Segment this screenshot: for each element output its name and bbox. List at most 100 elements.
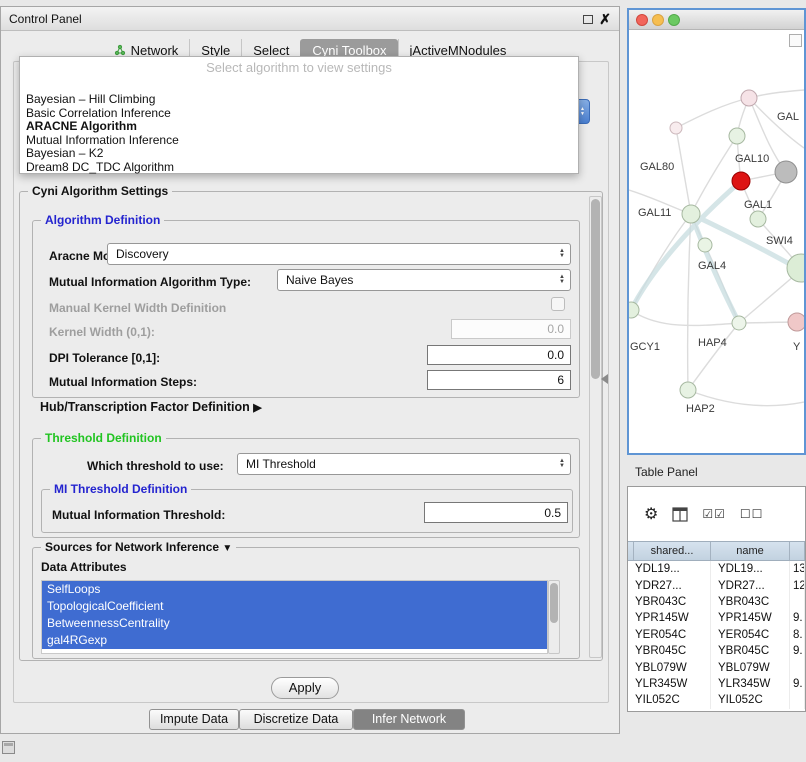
node-label: GAL80 — [640, 161, 674, 173]
attribute-list[interactable]: SelfLoops TopologicalCoefficient Between… — [41, 580, 548, 654]
network-node[interactable] — [775, 161, 797, 183]
settings-scrollbar[interactable] — [589, 196, 602, 658]
algorithm-option-selected[interactable]: ARACNE Algorithm — [24, 120, 574, 134]
spinner-arrows-icon: ▲▼ — [559, 454, 565, 474]
control-panel-titlebar: Control Panel ✗ — [1, 7, 619, 31]
deselect-all-columns-icon[interactable]: ☐☐ — [740, 507, 764, 521]
close-button[interactable] — [636, 14, 648, 26]
algorithm-dropdown-popup: Select algorithm to view settings Bayesi… — [19, 56, 579, 174]
table-panel-window: ⚙ ☑☑ ☐☐ shared... name YDL19... YDL19...… — [627, 486, 806, 712]
network-tab-icon — [114, 44, 126, 56]
window-title: Control Panel — [9, 12, 82, 26]
network-graph[interactable]: GAL80 GAL10 GAL11 GAL1 SWI4 GAL4 GCY1 HA… — [629, 30, 804, 453]
node-label: SWI4 — [766, 235, 793, 247]
table-row[interactable]: YIL052C YIL052C — [628, 692, 805, 708]
table-row[interactable]: YBR045C YBR045C 9. — [628, 643, 805, 659]
network-node-red[interactable] — [732, 172, 750, 190]
table-header-row: shared... name — [628, 541, 805, 561]
table-toolbar: ⚙ ☑☑ ☐☐ — [628, 487, 805, 541]
mi-threshold-field[interactable]: 0.5 — [424, 502, 568, 523]
which-threshold-select[interactable]: MI Threshold ▲▼ — [237, 453, 571, 475]
algorithm-option[interactable]: Bayesian – K2 — [24, 147, 574, 161]
gear-icon[interactable]: ⚙ — [644, 504, 658, 524]
threshold-definition-group: Threshold Definition Which threshold to … — [32, 438, 580, 538]
algorithm-option[interactable]: Dream8 DC_TDC Algorithm — [24, 161, 574, 175]
tab-discretize-data[interactable]: Discretize Data — [239, 709, 353, 730]
network-node[interactable] — [750, 211, 766, 227]
panel-collapse-handle[interactable] — [601, 374, 608, 384]
manual-kernel-checkbox[interactable] — [551, 297, 565, 311]
network-node[interactable] — [732, 316, 746, 330]
close-icon[interactable]: ✗ — [599, 11, 611, 28]
mi-steps-field[interactable]: 6 — [427, 370, 571, 390]
dpi-tolerance-label: DPI Tolerance [0,1]: — [49, 351, 160, 365]
node-label-partial: GAL — [777, 111, 799, 123]
minimize-button[interactable] — [652, 14, 664, 26]
network-node[interactable] — [629, 302, 639, 318]
apply-button[interactable]: Apply — [271, 677, 339, 699]
group-title: Threshold Definition — [41, 431, 166, 445]
network-node[interactable] — [698, 238, 712, 252]
algorithm-list: Bayesian – Hill Climbing Basic Correlati… — [24, 93, 574, 175]
zoom-button[interactable] — [668, 14, 680, 26]
table-row[interactable]: YBR043C YBR043C — [628, 594, 805, 610]
kernel-width-field[interactable]: 0.0 — [451, 319, 571, 339]
dpi-tolerance-field[interactable]: 0.0 — [427, 345, 571, 365]
attribute-item[interactable]: gal4RGexp — [42, 632, 547, 649]
which-threshold-label: Which threshold to use: — [87, 459, 224, 473]
table-row[interactable]: YDL19... YDL19... 13 — [628, 561, 805, 577]
table-row[interactable]: YBL079W YBL079W — [628, 659, 805, 675]
network-node[interactable] — [682, 205, 700, 223]
network-edges — [629, 90, 804, 406]
group-title: Cyni Algorithm Settings — [28, 184, 172, 198]
network-edges-highlight — [631, 181, 804, 323]
network-node[interactable] — [729, 128, 745, 144]
network-node[interactable] — [680, 382, 696, 398]
table-row[interactable]: YER054C YER054C 8. — [628, 627, 805, 643]
algorithm-option[interactable]: Basic Correlation Inference — [24, 107, 574, 121]
hub-definition-toggle[interactable]: Hub/Transcription Factor Definition ▶ — [40, 400, 262, 414]
attribute-item[interactable]: SelfLoops — [42, 581, 547, 598]
column-header-shared-name[interactable]: shared... — [634, 542, 711, 560]
manual-kernel-label: Manual Kernel Width Definition — [49, 301, 226, 315]
node-label: HAP4 — [698, 337, 727, 349]
sources-group-toggle[interactable]: Sources for Network Inference ▼ — [41, 540, 236, 554]
selected-value: Naive Bayes — [286, 273, 353, 287]
dropdown-placeholder: Select algorithm to view settings — [20, 60, 578, 75]
spinner-arrows-icon: ▲▼ — [559, 244, 565, 264]
column-header-name[interactable]: name — [711, 542, 790, 560]
attribute-item[interactable]: BetweennessCentrality — [42, 615, 547, 632]
collapse-arrow-icon: ▼ — [222, 543, 232, 554]
network-node[interactable] — [670, 122, 682, 134]
sources-group: Sources for Network Inference ▼ Data Att… — [32, 547, 580, 659]
table-body: YDL19... YDL19... 13 YDR27... YDR27... 1… — [628, 561, 805, 711]
attribute-list-scrollbar[interactable] — [548, 580, 560, 654]
table-row[interactable]: YDR27... YDR27... 12 — [628, 577, 805, 593]
network-view-window: GAL80 GAL10 GAL11 GAL1 SWI4 GAL4 GCY1 HA… — [627, 8, 806, 455]
table-row[interactable]: YPR145W YPR145W 9. — [628, 610, 805, 626]
table-row[interactable]: YLR345W YLR345W 9. — [628, 676, 805, 692]
network-window-titlebar — [629, 10, 804, 30]
column-header-partial[interactable] — [790, 542, 805, 560]
network-node[interactable] — [788, 313, 804, 331]
group-title: MI Threshold Definition — [50, 482, 191, 496]
aracne-mode-select[interactable]: Discovery ▲▼ — [107, 243, 571, 265]
algorithm-option[interactable]: Bayesian – Hill Climbing — [24, 93, 574, 107]
kernel-width-label: Kernel Width (0,1): — [49, 325, 155, 339]
float-window-icon[interactable] — [583, 15, 593, 24]
select-all-columns-icon[interactable]: ☑☑ — [702, 507, 726, 521]
expand-arrow-icon: ▶ — [253, 402, 261, 414]
mi-type-select[interactable]: Naive Bayes ▲▼ — [277, 269, 571, 291]
group-title: Algorithm Definition — [41, 213, 164, 227]
node-label: GAL1 — [744, 199, 772, 211]
algorithm-option[interactable]: Mutual Information Inference — [24, 134, 574, 148]
tab-impute-data[interactable]: Impute Data — [149, 709, 239, 730]
tab-infer-network[interactable]: Infer Network — [353, 709, 465, 730]
selected-value: MI Threshold — [246, 457, 316, 471]
collapsed-panel-icon[interactable] — [2, 741, 15, 754]
columns-icon[interactable] — [672, 507, 688, 522]
attribute-item[interactable]: TopologicalCoefficient — [42, 598, 547, 615]
network-node[interactable] — [741, 90, 757, 106]
selected-value: Discovery — [116, 247, 169, 261]
network-node[interactable] — [787, 254, 804, 282]
